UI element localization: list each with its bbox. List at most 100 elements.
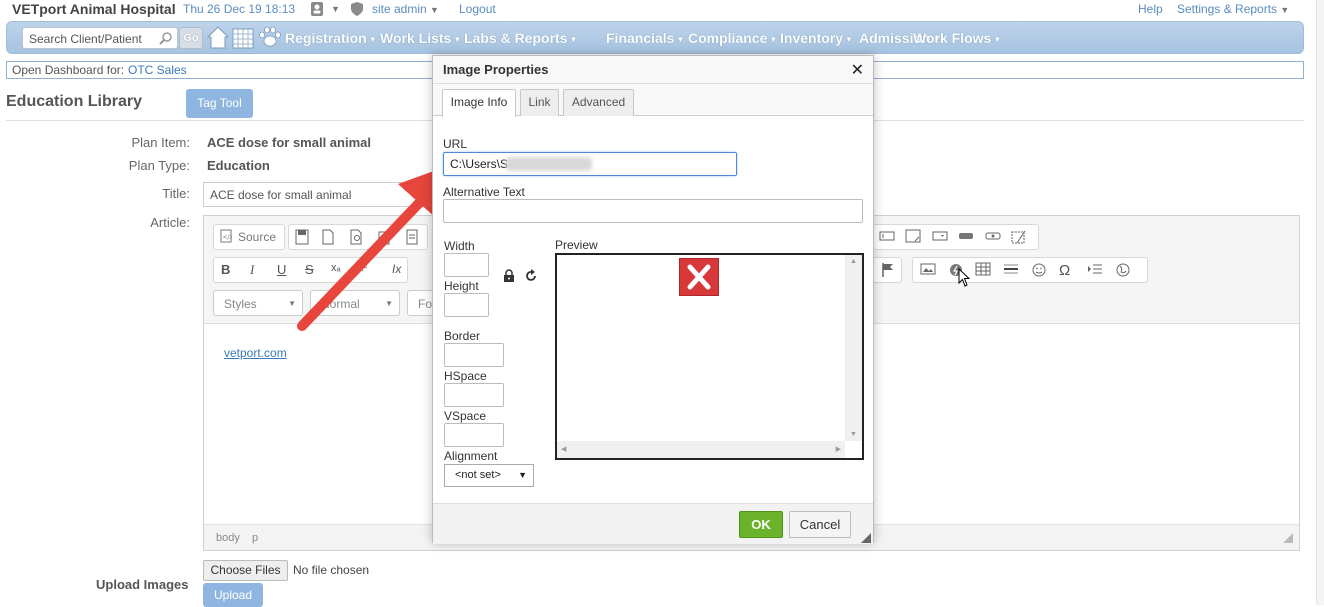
dashboard-link[interactable]: OTC Sales	[128, 63, 187, 77]
current-datetime: Thu 26 Dec 19 18:13	[183, 2, 296, 16]
lock-ratio-icon[interactable]	[502, 269, 516, 286]
dialog-header[interactable]: Image Properties ✕	[433, 56, 873, 84]
shield-icon	[349, 1, 365, 17]
mouse-cursor-icon	[958, 268, 971, 287]
source-button[interactable]: </> Source	[213, 224, 285, 250]
close-icon[interactable]: ✕	[851, 60, 864, 80]
person-icon[interactable]	[309, 1, 325, 17]
bold-button[interactable]: B	[221, 262, 230, 280]
image-icon[interactable]	[920, 262, 936, 280]
url-input[interactable]: C:\Users\S	[443, 152, 737, 176]
width-input[interactable]	[444, 253, 489, 277]
nav-label: Labs & Reports	[464, 30, 568, 46]
path-body[interactable]: body	[216, 532, 240, 544]
nav-financials[interactable]: Financials ▼	[606, 30, 684, 46]
nav-inventory[interactable]: Inventory ▼	[780, 30, 853, 46]
page-break-icon[interactable]	[1087, 262, 1103, 280]
upload-button[interactable]: Upload	[203, 583, 263, 607]
height-input[interactable]	[444, 293, 489, 317]
resize-grip-icon[interactable]	[861, 532, 871, 543]
nav-labs-reports[interactable]: Labs & Reports ▼	[464, 30, 577, 46]
redacted-text	[506, 157, 592, 171]
hspace-input[interactable]	[444, 383, 504, 407]
top-bar: VETport Animal Hospital Thu 26 Dec 19 18…	[0, 0, 1324, 20]
preview-label: Preview	[555, 238, 598, 252]
nav-work-lists[interactable]: Work Lists ▼	[380, 30, 461, 46]
scroll-down-icon[interactable]: ▼	[850, 431, 857, 438]
chevron-down-icon: ▼	[676, 34, 685, 44]
resize-grip-icon[interactable]	[1283, 533, 1293, 546]
choose-files-button[interactable]: Choose Files	[203, 560, 288, 581]
user-menu[interactable]: site admin ▼	[372, 2, 439, 16]
tab-advanced[interactable]: Advanced	[563, 89, 634, 116]
main-nav: Search Client/Patient Go Registration ▼ W…	[6, 21, 1304, 54]
chevron-down-icon[interactable]: ▼	[331, 4, 340, 14]
search-input[interactable]: Search Client/Patient	[22, 27, 178, 49]
user-menu-label: site admin	[372, 2, 427, 16]
calendar-icon[interactable]	[231, 24, 255, 53]
italic-button[interactable]: I	[250, 262, 254, 280]
nav-label: Inventory	[780, 30, 844, 46]
clinic-name: VETport Animal Hospital	[12, 1, 176, 17]
nav-registration[interactable]: Registration ▼	[285, 30, 377, 46]
horizontal-rule-icon[interactable]	[1003, 262, 1019, 280]
textarea-icon[interactable]	[905, 229, 921, 247]
hspace-label: HSpace	[444, 369, 487, 383]
logout-link[interactable]: Logout	[459, 2, 496, 16]
image-preview: ▲ ▼ ◀ ▶	[555, 253, 864, 460]
path-p[interactable]: p	[252, 532, 258, 544]
vertical-scrollbar[interactable]: ▲ ▼	[845, 255, 862, 441]
ok-button[interactable]: OK	[739, 511, 783, 538]
alignment-select[interactable]: <not set> ▼	[444, 464, 534, 487]
page-scrollbar[interactable]	[1316, 0, 1324, 605]
select-icon[interactable]	[932, 229, 948, 247]
tab-link[interactable]: Link	[520, 89, 559, 116]
horizontal-scrollbar[interactable]: ◀ ▶	[557, 441, 845, 458]
border-label: Border	[444, 329, 481, 343]
source-icon: </>	[220, 229, 235, 247]
chevron-down-icon: ▼	[453, 34, 462, 44]
alt-text-input[interactable]	[443, 199, 863, 223]
help-link[interactable]: Help	[1138, 2, 1163, 16]
underline-button[interactable]: U	[277, 262, 286, 280]
button-icon[interactable]	[958, 229, 974, 247]
image-button-icon[interactable]	[985, 229, 1001, 247]
anchor-icon[interactable]	[881, 262, 895, 280]
textfield-icon[interactable]	[879, 229, 895, 247]
svg-text:</>: </>	[223, 234, 233, 241]
vspace-input[interactable]	[444, 423, 504, 447]
tag-tool-button[interactable]: Tag Tool	[186, 89, 253, 118]
url-input-value: C:\Users\S	[450, 157, 509, 171]
hidden-field-icon[interactable]	[1011, 229, 1027, 247]
paw-icon[interactable]	[257, 24, 283, 53]
table-icon[interactable]	[975, 262, 991, 280]
dialog-title: Image Properties	[443, 62, 549, 77]
scroll-right-icon[interactable]: ▶	[836, 445, 841, 453]
special-char-icon[interactable]: Ω	[1059, 262, 1070, 280]
nav-work-flows[interactable]: Work Flows ▼	[913, 30, 1001, 46]
nav-label: Compliance	[688, 30, 768, 46]
plan-type-value: Education	[207, 158, 270, 173]
border-input[interactable]	[444, 343, 504, 367]
chevron-down-icon: ▼	[1280, 5, 1290, 15]
source-label: Source	[238, 230, 277, 244]
title-label: Title:	[162, 186, 190, 201]
alignment-value: <not set>	[455, 469, 501, 481]
iframe-icon[interactable]	[1115, 262, 1131, 280]
content-link[interactable]: vetport.com	[224, 346, 287, 360]
smiley-icon[interactable]	[1031, 262, 1047, 280]
go-button[interactable]: Go	[179, 27, 203, 49]
nav-compliance[interactable]: Compliance ▼	[688, 30, 777, 46]
cancel-button[interactable]: Cancel	[789, 511, 851, 538]
scroll-up-icon[interactable]: ▲	[850, 258, 857, 265]
chevron-down-icon: ▼	[368, 34, 377, 44]
home-icon[interactable]	[206, 24, 230, 53]
reset-size-icon[interactable]	[524, 269, 538, 286]
flag-tools	[872, 257, 902, 283]
settings-reports-menu[interactable]: Settings & Reports ▼	[1177, 2, 1289, 16]
scroll-left-icon[interactable]: ◀	[561, 445, 566, 453]
vspace-label: VSpace	[444, 409, 487, 423]
article-label: Article:	[150, 215, 190, 230]
page-title: Education Library	[6, 93, 143, 110]
tab-image-info[interactable]: Image Info	[442, 89, 516, 117]
